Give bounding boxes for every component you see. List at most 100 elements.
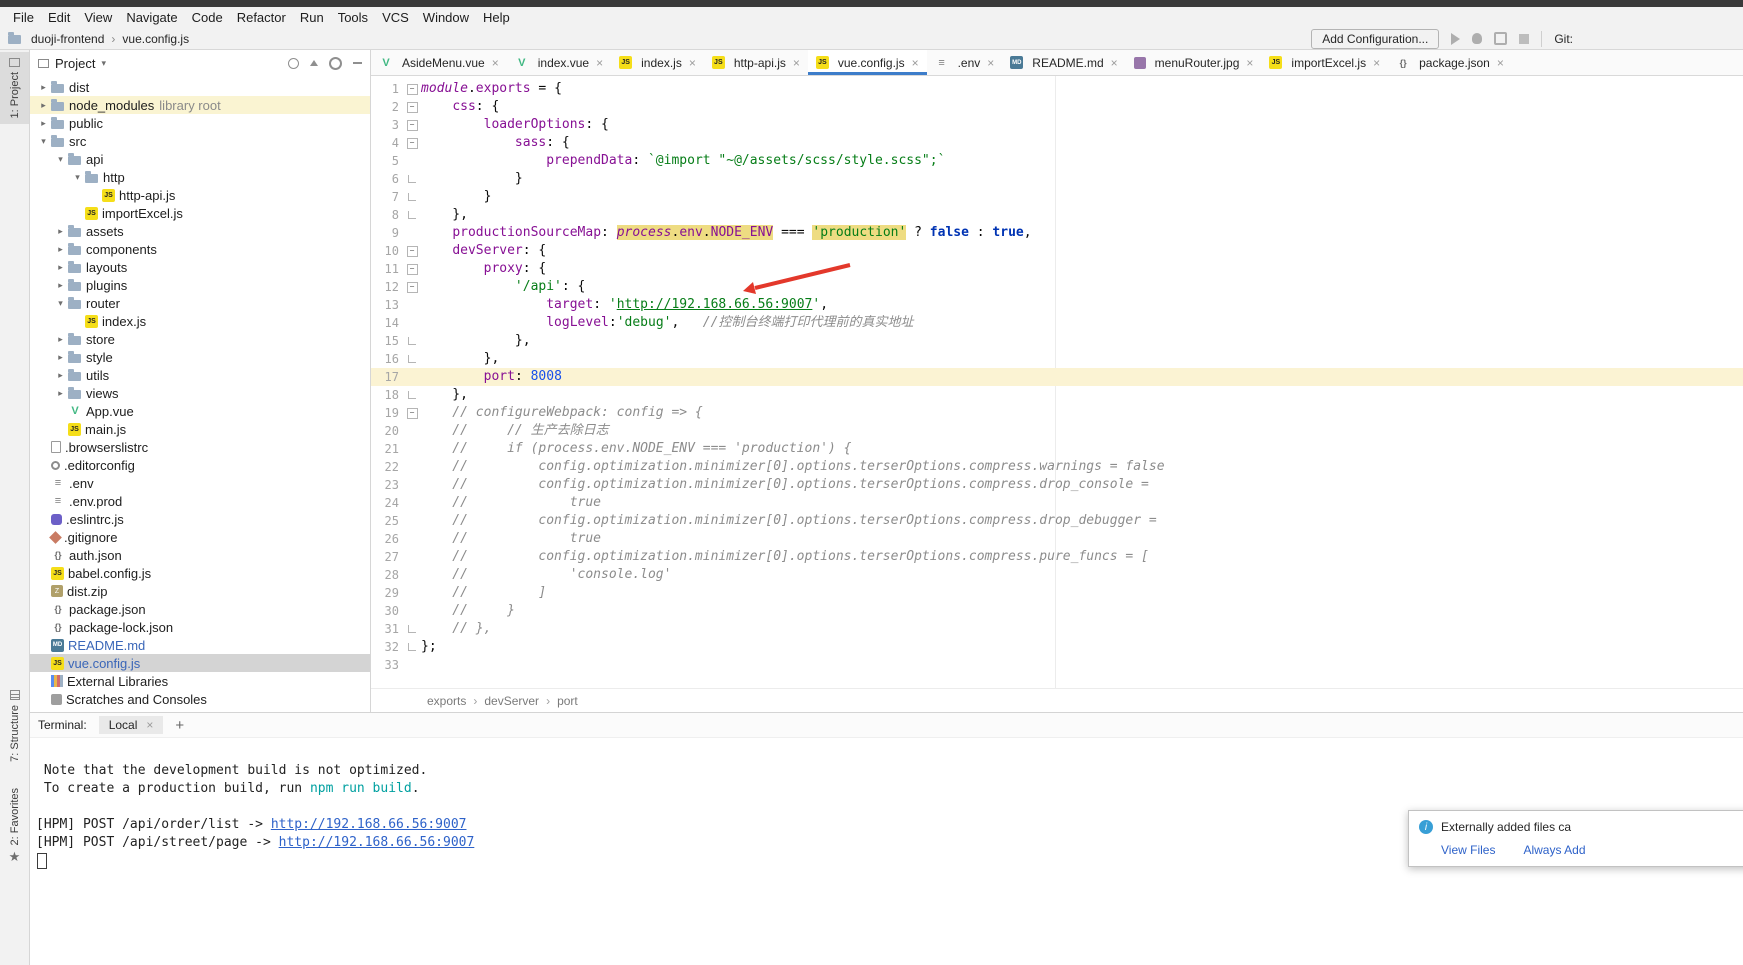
close-icon[interactable]: × — [1497, 56, 1504, 70]
tree-item-layouts[interactable]: ▸layouts — [30, 258, 370, 276]
tree-item-store[interactable]: ▸store — [30, 330, 370, 348]
fold-collapse-icon[interactable]: − — [407, 246, 418, 257]
tree-item-assets[interactable]: ▸assets — [30, 222, 370, 240]
fold-collapse-icon[interactable]: − — [407, 138, 418, 149]
fold-marker[interactable]: − — [403, 242, 421, 260]
hide-panel-icon[interactable] — [353, 62, 362, 64]
fold-marker[interactable] — [403, 620, 421, 638]
close-icon[interactable]: × — [793, 56, 800, 70]
chevron-down-icon[interactable]: ▾ — [53, 298, 68, 309]
fold-collapse-icon[interactable]: − — [407, 282, 418, 293]
fold-end-icon[interactable] — [408, 337, 416, 345]
tree-item-editorconfig[interactable]: .editorconfig — [30, 456, 370, 474]
chevron-down-icon[interactable]: ▾ — [101, 58, 106, 69]
fold-marker[interactable] — [403, 638, 421, 656]
view-files-link[interactable]: View Files — [1441, 843, 1495, 857]
close-icon[interactable]: × — [596, 56, 603, 70]
editor-tab-menurouter-jpg[interactable]: menuRouter.jpg× — [1126, 50, 1262, 75]
fold-marker[interactable] — [403, 386, 421, 404]
chevron-right-icon[interactable]: ▸ — [36, 100, 51, 111]
terminal-tab-local[interactable]: Local × — [99, 716, 164, 734]
close-icon[interactable]: × — [987, 56, 994, 70]
fold-marker[interactable]: − — [403, 260, 421, 278]
coverage-icon[interactable] — [1494, 32, 1507, 45]
git-branch-label[interactable]: Git: — [1554, 32, 1573, 46]
chevron-right-icon[interactable]: ▸ — [36, 118, 51, 129]
tree-item-http[interactable]: ▾http — [30, 168, 370, 186]
fold-collapse-icon[interactable]: − — [407, 264, 418, 275]
fold-marker[interactable]: − — [403, 404, 421, 422]
tree-item-importexcel-js[interactable]: JSimportExcel.js — [30, 204, 370, 222]
fold-end-icon[interactable] — [408, 391, 416, 399]
chevron-right-icon[interactable]: ▸ — [53, 226, 68, 237]
chevron-right-icon[interactable]: ▸ — [53, 244, 68, 255]
editor-tab-importexcel-js[interactable]: JSimportExcel.js× — [1261, 50, 1388, 75]
fold-end-icon[interactable] — [408, 355, 416, 363]
close-icon[interactable]: × — [1111, 56, 1118, 70]
fold-collapse-icon[interactable]: − — [407, 102, 418, 113]
fold-marker[interactable]: − — [403, 278, 421, 296]
editor-tab-index-js[interactable]: JSindex.js× — [611, 50, 704, 75]
close-icon[interactable]: × — [492, 56, 499, 70]
editor-tab-package-json[interactable]: {}package.json× — [1388, 50, 1512, 75]
fold-marker[interactable]: − — [403, 134, 421, 152]
tree-item-gitignore[interactable]: .gitignore — [30, 528, 370, 546]
fold-end-icon[interactable] — [408, 211, 416, 219]
tree-item-babel-config-js[interactable]: JSbabel.config.js — [30, 564, 370, 582]
fold-marker[interactable] — [403, 350, 421, 368]
menu-item-navigate[interactable]: Navigate — [119, 10, 184, 25]
menu-item-help[interactable]: Help — [476, 10, 517, 25]
tree-item-dist[interactable]: ▸dist — [30, 78, 370, 96]
breadcrumb-item-port[interactable]: port — [557, 694, 578, 708]
tool-button-7-structure[interactable]: 7: Structure — [0, 684, 29, 768]
tree-item-public[interactable]: ▸public — [30, 114, 370, 132]
fold-collapse-icon[interactable]: − — [407, 84, 418, 95]
fold-end-icon[interactable] — [408, 643, 416, 651]
tree-item-auth-json[interactable]: {}auth.json — [30, 546, 370, 564]
menu-item-vcs[interactable]: VCS — [375, 10, 416, 25]
tree-item-http-api-js[interactable]: JShttp-api.js — [30, 186, 370, 204]
editor-tab-readme-md[interactable]: MDREADME.md× — [1002, 50, 1125, 75]
run-icon[interactable] — [1451, 33, 1460, 45]
editor-tab-http-api-js[interactable]: JShttp-api.js× — [704, 50, 808, 75]
menu-item-run[interactable]: Run — [293, 10, 331, 25]
tree-item-dist-zip[interactable]: Zdist.zip — [30, 582, 370, 600]
tree-item-readme-md[interactable]: MDREADME.md — [30, 636, 370, 654]
chevron-down-icon[interactable]: ▾ — [70, 172, 85, 183]
editor-tab-env[interactable]: ≡.env× — [927, 50, 1003, 75]
close-icon[interactable]: × — [1373, 56, 1380, 70]
tree-item-vue-config-js[interactable]: JSvue.config.js — [30, 654, 370, 672]
menu-item-tools[interactable]: Tools — [331, 10, 375, 25]
fold-marker[interactable]: − — [403, 116, 421, 134]
menu-item-code[interactable]: Code — [185, 10, 230, 25]
fold-end-icon[interactable] — [408, 625, 416, 633]
tree-item-index-js[interactable]: JSindex.js — [30, 312, 370, 330]
new-terminal-button[interactable]: + — [175, 717, 184, 734]
tree-item-env-prod[interactable]: ≡.env.prod — [30, 492, 370, 510]
close-icon[interactable]: × — [689, 56, 696, 70]
editor-tab-index-vue[interactable]: Vindex.vue× — [507, 50, 611, 75]
tree-item-package-json[interactable]: {}package.json — [30, 600, 370, 618]
fold-marker[interactable] — [403, 188, 421, 206]
tree-item-app-vue[interactable]: VApp.vue — [30, 402, 370, 420]
chevron-right-icon[interactable]: ▸ — [36, 82, 51, 93]
menu-item-refactor[interactable]: Refactor — [230, 10, 293, 25]
chevron-down-icon[interactable]: ▾ — [53, 154, 68, 165]
fold-marker[interactable] — [403, 170, 421, 188]
fold-marker[interactable] — [403, 332, 421, 350]
always-add-link[interactable]: Always Add — [1523, 843, 1585, 857]
tree-item-router[interactable]: ▾router — [30, 294, 370, 312]
fold-end-icon[interactable] — [408, 193, 416, 201]
tree-item-components[interactable]: ▸components — [30, 240, 370, 258]
tree-item-external-libraries[interactable]: External Libraries — [30, 672, 370, 690]
chevron-down-icon[interactable]: ▾ — [36, 136, 51, 147]
gear-icon[interactable] — [329, 57, 342, 70]
tree-item-views[interactable]: ▸views — [30, 384, 370, 402]
fold-collapse-icon[interactable]: − — [407, 408, 418, 419]
breadcrumb-project[interactable]: duoji-frontend — [31, 32, 104, 46]
tree-item-plugins[interactable]: ▸plugins — [30, 276, 370, 294]
close-icon[interactable]: × — [1246, 56, 1253, 70]
close-icon[interactable]: × — [146, 718, 153, 732]
add-configuration-button[interactable]: Add Configuration... — [1311, 29, 1439, 49]
fold-end-icon[interactable] — [408, 175, 416, 183]
